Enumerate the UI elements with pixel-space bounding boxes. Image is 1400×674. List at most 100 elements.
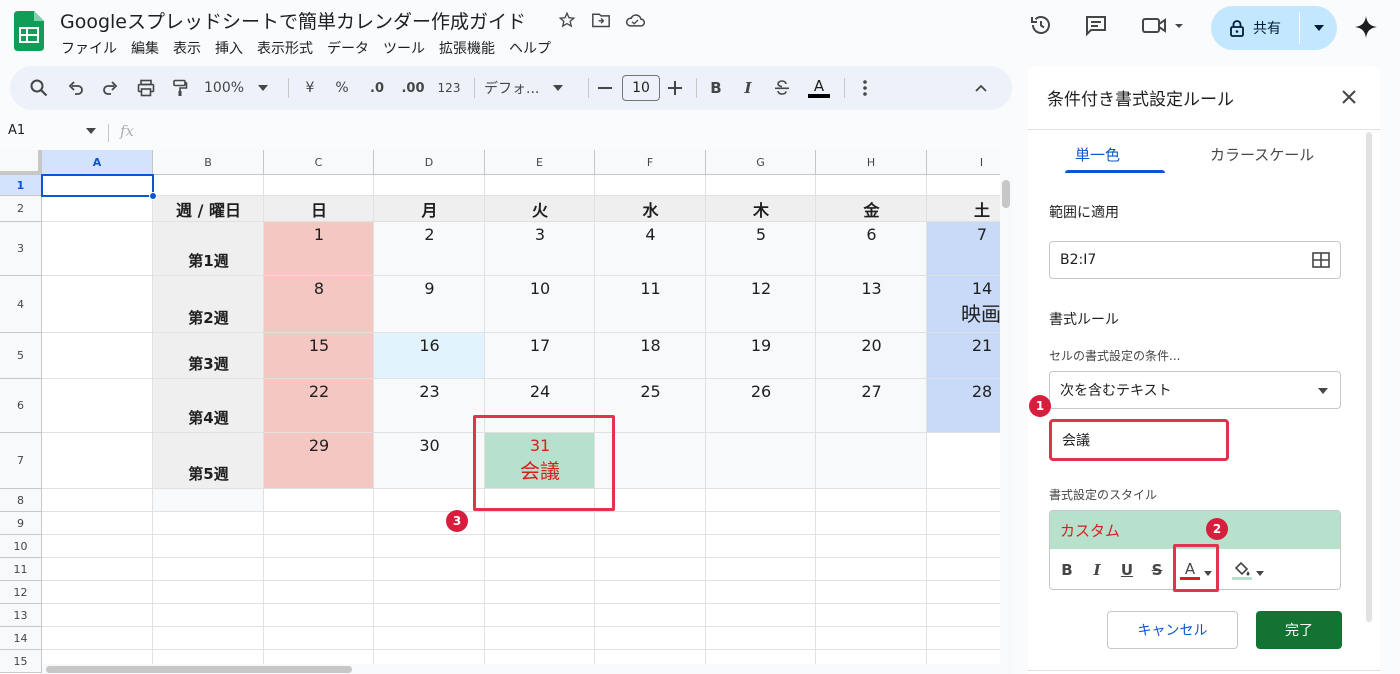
grid-cell[interactable] bbox=[42, 489, 153, 512]
grid-cell[interactable] bbox=[374, 175, 485, 196]
move-folder-icon[interactable] bbox=[590, 9, 612, 31]
grid-cell[interactable] bbox=[927, 604, 1000, 627]
menu-help[interactable]: ヘルプ bbox=[502, 36, 558, 60]
star-icon[interactable] bbox=[556, 9, 578, 31]
cancel-button[interactable]: キャンセル bbox=[1107, 611, 1238, 649]
grid-cell[interactable] bbox=[374, 581, 485, 604]
column-header-f[interactable]: F bbox=[595, 150, 706, 175]
grid-cell[interactable] bbox=[153, 581, 264, 604]
grid-cell[interactable] bbox=[264, 489, 374, 512]
column-header-b[interactable]: B bbox=[153, 150, 264, 175]
menu-tools[interactable]: ツール bbox=[376, 36, 432, 60]
grid-cell[interactable] bbox=[816, 604, 927, 627]
grid-cell[interactable] bbox=[264, 175, 374, 196]
grid-cell[interactable] bbox=[42, 196, 153, 222]
grid-cell[interactable] bbox=[264, 581, 374, 604]
grid-cell[interactable] bbox=[595, 604, 706, 627]
grid-cell[interactable] bbox=[706, 581, 816, 604]
grid-cell[interactable] bbox=[706, 604, 816, 627]
row-header-11[interactable]: 11 bbox=[0, 558, 42, 581]
grid-cell[interactable] bbox=[927, 627, 1000, 650]
style-italic-button[interactable]: I bbox=[1086, 549, 1108, 589]
grid-cell[interactable] bbox=[264, 512, 374, 535]
row-header-13[interactable]: 13 bbox=[0, 604, 42, 627]
grid-cell[interactable] bbox=[42, 604, 153, 627]
row-header-7[interactable]: 7 bbox=[0, 433, 42, 489]
grid-cell[interactable] bbox=[153, 512, 264, 535]
grid-cell[interactable] bbox=[927, 433, 1000, 489]
grid-cell[interactable] bbox=[595, 627, 706, 650]
grid-cell[interactable] bbox=[927, 535, 1000, 558]
column-header-d[interactable]: D bbox=[374, 150, 485, 175]
grid-cell[interactable] bbox=[816, 433, 927, 489]
paint-format-icon[interactable] bbox=[166, 66, 194, 110]
condition-select[interactable]: 次を含むテキスト bbox=[1049, 371, 1341, 409]
grid-cell[interactable] bbox=[153, 175, 264, 196]
grid-cell[interactable] bbox=[42, 558, 153, 581]
grid-cell[interactable] bbox=[595, 558, 706, 581]
tab-single-color[interactable]: 単一色 bbox=[1075, 144, 1120, 165]
vertical-scrollbar[interactable] bbox=[1000, 176, 1012, 674]
bold-button[interactable]: B bbox=[704, 66, 728, 110]
grid-cell[interactable] bbox=[485, 604, 595, 627]
share-dropdown-icon[interactable] bbox=[1303, 6, 1335, 50]
grid-cell[interactable] bbox=[595, 175, 706, 196]
column-header-h[interactable]: H bbox=[816, 150, 927, 175]
row-header-1[interactable]: 1 bbox=[0, 175, 42, 196]
column-header-g[interactable]: G bbox=[706, 150, 816, 175]
share-main[interactable]: 共有 bbox=[1211, 6, 1299, 50]
grid-cell[interactable] bbox=[264, 535, 374, 558]
grid-cell[interactable] bbox=[374, 535, 485, 558]
grid-cell[interactable] bbox=[595, 512, 706, 535]
grid-cell[interactable] bbox=[706, 489, 816, 512]
grid-cell[interactable] bbox=[153, 535, 264, 558]
grid-cell[interactable] bbox=[485, 535, 595, 558]
grid-cell[interactable] bbox=[927, 581, 1000, 604]
style-underline-button[interactable]: U bbox=[1116, 549, 1138, 589]
grid-cell[interactable] bbox=[153, 604, 264, 627]
grid-cell[interactable] bbox=[264, 627, 374, 650]
grid-cell[interactable] bbox=[374, 512, 485, 535]
grid-cell[interactable] bbox=[595, 535, 706, 558]
grid-cell[interactable] bbox=[927, 558, 1000, 581]
sheets-logo[interactable] bbox=[14, 11, 44, 51]
menu-data[interactable]: データ bbox=[320, 36, 376, 60]
history-icon[interactable] bbox=[1028, 12, 1054, 38]
grid-cell[interactable] bbox=[816, 535, 927, 558]
more-options-icon[interactable] bbox=[856, 66, 874, 110]
select-all-corner[interactable] bbox=[0, 150, 42, 175]
style-bold-button[interactable]: B bbox=[1056, 549, 1078, 589]
grid-cell[interactable] bbox=[374, 558, 485, 581]
row-header-15[interactable]: 15 bbox=[0, 650, 42, 673]
font-size-input[interactable]: 10 bbox=[622, 75, 660, 101]
zoom-select[interactable]: 100% bbox=[204, 66, 278, 110]
decrease-decimal-button[interactable]: .0 bbox=[364, 66, 390, 110]
grid-cell[interactable] bbox=[816, 512, 927, 535]
menu-insert[interactable]: 挿入 bbox=[208, 36, 250, 60]
grid-cell[interactable] bbox=[927, 512, 1000, 535]
grid-cell[interactable] bbox=[927, 489, 1000, 512]
grid-cell[interactable] bbox=[153, 558, 264, 581]
print-icon[interactable] bbox=[132, 66, 160, 110]
grid-cell[interactable] bbox=[264, 558, 374, 581]
grid-cell[interactable] bbox=[42, 222, 153, 276]
grid-cell[interactable] bbox=[42, 379, 153, 433]
comment-icon[interactable] bbox=[1083, 12, 1109, 38]
panel-scrollbar[interactable] bbox=[1366, 132, 1372, 622]
column-header-i[interactable]: I bbox=[927, 150, 1000, 175]
gemini-sparkle-icon[interactable] bbox=[1353, 14, 1379, 40]
grid-cell[interactable] bbox=[374, 604, 485, 627]
grid-cell[interactable] bbox=[485, 581, 595, 604]
grid-cell[interactable] bbox=[264, 604, 374, 627]
currency-format-button[interactable]: ¥ bbox=[298, 66, 322, 110]
grid-cell[interactable] bbox=[816, 581, 927, 604]
fill-color-button[interactable] bbox=[1228, 549, 1268, 589]
grid-cell[interactable] bbox=[816, 489, 927, 512]
grid-cell[interactable] bbox=[485, 512, 595, 535]
row-header-6[interactable]: 6 bbox=[0, 379, 42, 433]
chevron-down-icon[interactable] bbox=[86, 128, 96, 134]
horizontal-scroll-thumb[interactable] bbox=[46, 666, 352, 673]
undo-icon[interactable] bbox=[62, 66, 90, 110]
grid-cell[interactable] bbox=[485, 175, 595, 196]
grid-cell[interactable] bbox=[706, 175, 816, 196]
